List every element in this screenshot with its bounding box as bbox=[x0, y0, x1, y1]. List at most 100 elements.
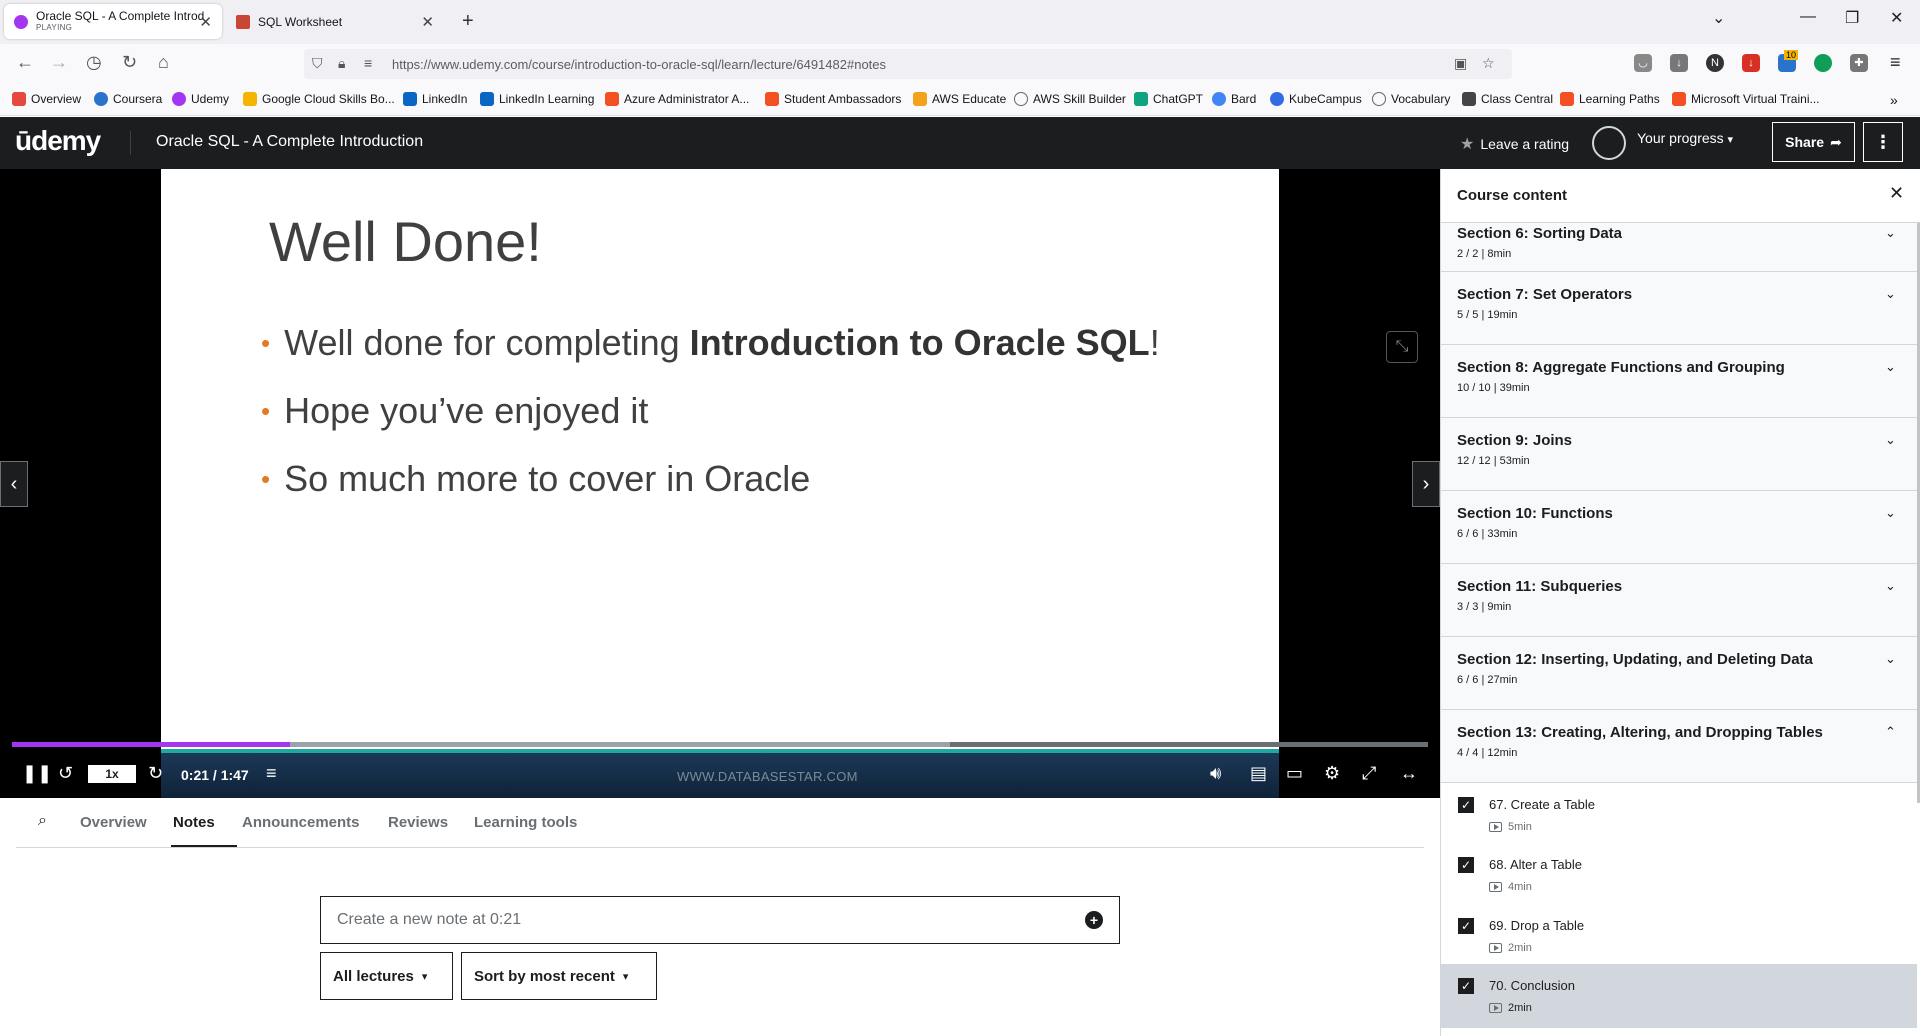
extension-red-icon[interactable]: ↓ bbox=[1742, 54, 1760, 72]
section-inserting-updating-deleting[interactable]: Section 12: Inserting, Updating, and Del… bbox=[1441, 637, 1917, 710]
bookmark-bard[interactable]: Bard bbox=[1212, 92, 1256, 106]
bookmark-kubecampus[interactable]: KubeCampus bbox=[1270, 92, 1362, 106]
settings-gear-icon[interactable]: ⚙ bbox=[1324, 763, 1340, 784]
bookmark-udemy[interactable]: Udemy bbox=[172, 92, 229, 106]
lecture-item-create-table[interactable]: ✓ 67. Create a Table 5min bbox=[1441, 783, 1917, 843]
your-progress-button[interactable]: Your progress ▾ bbox=[1637, 130, 1733, 146]
video-player[interactable]: Well Done! • Well done for completing Int… bbox=[0, 169, 1440, 798]
volume-icon[interactable]: 🔊︎ bbox=[1210, 763, 1221, 784]
section-meta: 6 / 6 | 27min bbox=[1457, 674, 1518, 686]
bookmark-microsoft-virtual-training[interactable]: Microsoft Virtual Traini... bbox=[1672, 92, 1819, 106]
completed-checkbox[interactable]: ✓ bbox=[1458, 918, 1474, 934]
previous-lecture-button[interactable]: ‹ bbox=[0, 461, 28, 507]
address-bar[interactable]: ⛉ 🔒︎ ≡ https://www.udemy.com/course/intr… bbox=[304, 49, 1512, 79]
reload-icon[interactable]: ↻ bbox=[122, 52, 137, 73]
profile-n-icon[interactable]: N bbox=[1706, 54, 1724, 72]
bookmark-linkedin-learning[interactable]: LinkedIn Learning bbox=[480, 92, 594, 106]
new-note-field[interactable]: + bbox=[320, 896, 1120, 944]
tab-reviews[interactable]: Reviews bbox=[388, 814, 448, 831]
fullscreen-icon[interactable]: ⤢ bbox=[1362, 763, 1376, 784]
completed-checkbox[interactable]: ✓ bbox=[1458, 797, 1474, 813]
lecture-item-drop-table[interactable]: ✓ 69. Drop a Table 2min bbox=[1441, 904, 1917, 964]
home-icon[interactable]: ⌂ bbox=[158, 52, 169, 73]
bookmark-google-cloud[interactable]: Google Cloud Skills Bo... bbox=[243, 92, 395, 106]
completed-checkbox[interactable]: ✓ bbox=[1458, 978, 1474, 994]
section-set-operators[interactable]: Section 7: Set Operators 5 / 5 | 19min ⌄ bbox=[1441, 272, 1917, 345]
section-creating-altering-dropping[interactable]: Section 13: Creating, Altering, and Drop… bbox=[1441, 710, 1917, 783]
leave-rating-button[interactable]: ★ Leave a rating bbox=[1460, 134, 1569, 154]
close-tab-icon[interactable]: ✕ bbox=[199, 13, 212, 31]
expanded-view-icon[interactable]: ↔ bbox=[1400, 763, 1418, 784]
forward-arrow-icon[interactable]: → bbox=[50, 52, 68, 73]
add-note-icon[interactable]: ≡ bbox=[266, 763, 277, 784]
section-functions[interactable]: Section 10: Functions 6 / 6 | 33min ⌄ bbox=[1441, 491, 1917, 564]
duration-text: 2min bbox=[1508, 942, 1532, 954]
bookmark-student-ambassadors[interactable]: Student Ambassadors bbox=[765, 92, 901, 106]
lock-icon[interactable]: 🔒︎ bbox=[338, 55, 345, 72]
bookmark-coursera[interactable]: Coursera bbox=[94, 92, 162, 106]
bookmark-linkedin[interactable]: LinkedIn bbox=[403, 92, 467, 106]
completed-checkbox[interactable]: ✓ bbox=[1458, 857, 1474, 873]
search-icon[interactable]: ⌕ bbox=[38, 812, 47, 830]
course-title[interactable]: Oracle SQL - A Complete Introduction bbox=[156, 133, 423, 151]
pause-icon[interactable]: ❚❚ bbox=[22, 763, 52, 784]
pocket-icon[interactable]: ◡ bbox=[1634, 54, 1652, 72]
transcript-icon[interactable]: ▤ bbox=[1250, 763, 1267, 784]
bookmark-aws-educate[interactable]: AWS Educate bbox=[913, 92, 1006, 106]
new-tab-plus-icon[interactable]: + bbox=[462, 10, 474, 33]
minimize-icon[interactable]: — bbox=[1800, 8, 1816, 26]
section-subqueries[interactable]: Section 11: Subqueries 3 / 3 | 9min ⌄ bbox=[1441, 564, 1917, 637]
menu-hamburger-icon[interactable]: ≡ bbox=[1890, 52, 1901, 73]
restore-icon[interactable]: ❐ bbox=[1845, 8, 1859, 28]
bookmark-vocabulary[interactable]: Vocabulary bbox=[1372, 92, 1450, 106]
exit-expanded-view-icon[interactable]: ⤡ bbox=[1386, 331, 1418, 363]
close-window-icon[interactable]: ✕ bbox=[1890, 8, 1903, 28]
add-note-plus-icon[interactable]: + bbox=[1085, 911, 1103, 929]
history-icon[interactable]: ◷ bbox=[86, 52, 102, 73]
shield-icon[interactable]: ⛉ bbox=[312, 55, 323, 72]
rewind-5-icon[interactable]: ↺ bbox=[58, 763, 73, 784]
section-sorting-data[interactable]: Section 6: Sorting Data 2 / 2 | 8min ⌄ bbox=[1441, 223, 1917, 272]
lecture-filter-dropdown[interactable]: All lectures ▾ bbox=[320, 952, 453, 1000]
extensions-puzzle-icon[interactable]: ✚ bbox=[1850, 54, 1868, 72]
section-aggregate-functions[interactable]: Section 8: Aggregate Functions and Group… bbox=[1441, 345, 1917, 418]
close-icon[interactable]: ✕ bbox=[1889, 183, 1904, 204]
bookmark-chatgpt[interactable]: ChatGPT bbox=[1134, 92, 1203, 106]
permissions-icon[interactable]: ≡ bbox=[364, 55, 372, 71]
section-joins[interactable]: Section 9: Joins 12 / 12 | 53min ⌄ bbox=[1441, 418, 1917, 491]
captions-icon[interactable]: ▭ bbox=[1286, 763, 1303, 784]
sort-dropdown[interactable]: Sort by most recent ▾ bbox=[461, 952, 657, 1000]
bookmark-label: Class Central bbox=[1481, 92, 1554, 106]
browser-tab-sql-worksheet[interactable]: SQL Worksheet ✕ bbox=[226, 4, 444, 39]
bookmarks-overflow-icon[interactable]: » bbox=[1890, 92, 1898, 108]
extension-globe-icon[interactable] bbox=[1814, 54, 1832, 72]
share-button[interactable]: Share ➦ bbox=[1772, 122, 1855, 162]
url-text[interactable]: https://www.udemy.com/course/introductio… bbox=[392, 57, 886, 72]
browser-tab-udemy[interactable]: Oracle SQL - A Complete Introd PLAYING ✕ bbox=[4, 4, 222, 39]
bookmark-learning-paths[interactable]: Learning Paths bbox=[1560, 92, 1660, 106]
tab-notes[interactable]: Notes bbox=[173, 814, 215, 831]
more-options-button[interactable]: ⋮ bbox=[1863, 122, 1903, 162]
lecture-item-conclusion[interactable]: ✓ 70. Conclusion 2min bbox=[1441, 964, 1917, 1028]
bookmark-class-central[interactable]: Class Central bbox=[1462, 92, 1553, 106]
tab-overview[interactable]: Overview bbox=[80, 814, 147, 831]
tab-list-chevron-icon[interactable]: ⌄ bbox=[1712, 8, 1725, 28]
close-tab-icon[interactable]: ✕ bbox=[421, 13, 434, 31]
lecture-item-alter-table[interactable]: ✓ 68. Alter a Table 4min bbox=[1441, 843, 1917, 903]
bookmark-overview[interactable]: Overview bbox=[12, 92, 81, 106]
playback-speed-button[interactable]: 1x bbox=[88, 765, 136, 783]
tab-learning-tools[interactable]: Learning tools bbox=[474, 814, 577, 831]
bookmark-aws-skill-builder[interactable]: AWS Skill Builder bbox=[1014, 92, 1126, 106]
udemy-header: ūdemy Oracle SQL - A Complete Introducti… bbox=[0, 117, 1920, 169]
udemy-logo[interactable]: ūdemy bbox=[15, 125, 101, 157]
bookmark-star-icon[interactable]: ☆ bbox=[1482, 55, 1495, 72]
forward-5-icon[interactable]: ↻ bbox=[148, 763, 163, 784]
progress-ring-icon[interactable] bbox=[1592, 126, 1626, 160]
tab-announcements[interactable]: Announcements bbox=[242, 814, 360, 831]
next-lecture-button[interactable]: › bbox=[1412, 461, 1440, 507]
back-arrow-icon[interactable]: ← bbox=[16, 52, 34, 73]
bookmark-azure-admin[interactable]: Azure Administrator A... bbox=[605, 92, 749, 106]
downloads-icon[interactable]: ↓ bbox=[1670, 54, 1688, 72]
reader-view-icon[interactable]: ▣ bbox=[1454, 55, 1467, 72]
new-note-input[interactable] bbox=[321, 897, 1119, 943]
